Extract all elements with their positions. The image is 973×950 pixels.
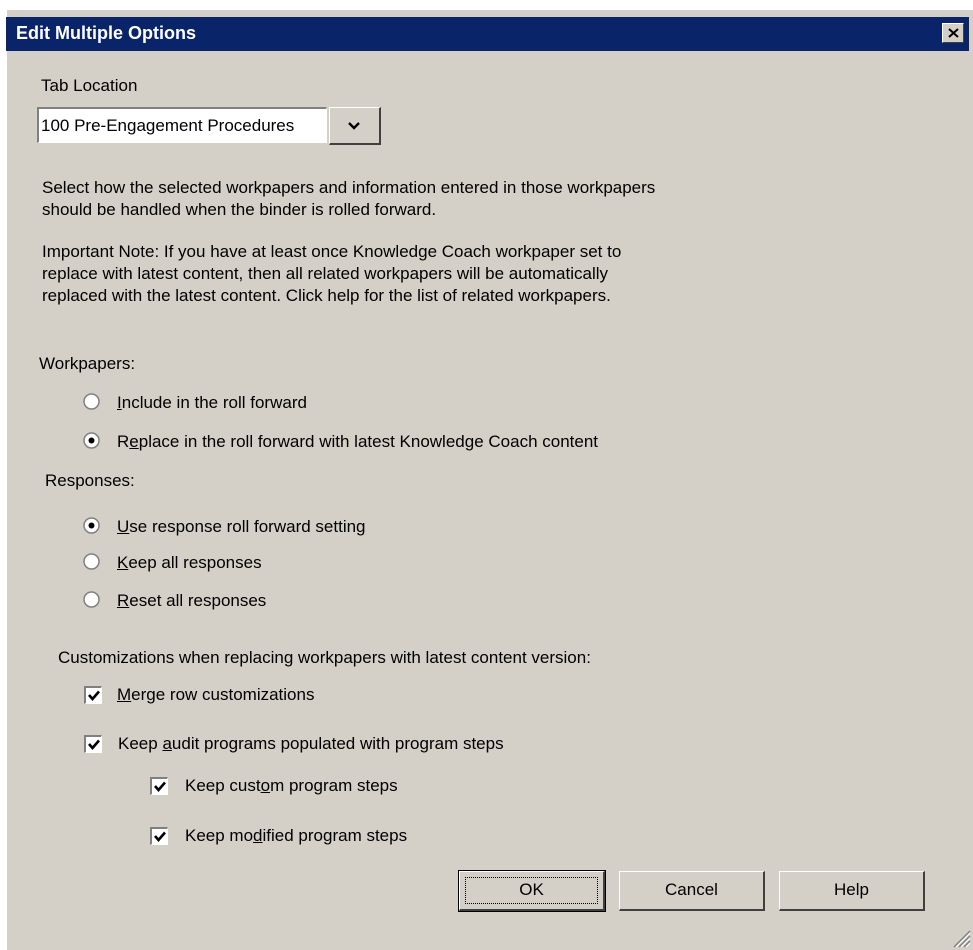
note-line-2: replace with latest content, then all re… <box>42 264 609 283</box>
dialog-window <box>6 9 973 950</box>
help-button[interactable]: Help <box>779 871 925 911</box>
radio-include-label[interactable]: Include in the roll forward <box>117 392 307 414</box>
checkbox-merge-row-label[interactable]: Merge row customizations <box>117 684 314 706</box>
checkmark-icon <box>88 690 100 701</box>
ok-button[interactable]: OK <box>458 870 606 912</box>
note-line-1: Important Note: If you have at least onc… <box>42 242 622 261</box>
checkmark-icon <box>154 781 166 792</box>
radio-use-response[interactable] <box>83 517 100 534</box>
description-line-2: should be handled when the binder is rol… <box>42 200 437 219</box>
radio-replace-label[interactable]: Replace in the roll forward with latest … <box>117 431 598 453</box>
description-line-1: Select how the selected workpapers and i… <box>42 178 656 197</box>
tab-location-select[interactable]: 100 Pre-Engagement Procedures <box>37 107 327 143</box>
radio-keep-all-label[interactable]: Keep all responses <box>117 552 262 574</box>
focus-rect <box>465 877 598 904</box>
checkbox-keep-custom[interactable] <box>150 777 168 795</box>
checkbox-merge-row[interactable] <box>84 686 102 704</box>
workpapers-label: Workpapers: <box>39 354 136 373</box>
customizations-label: Customizations when replacing workpapers… <box>58 648 591 667</box>
responses-label: Responses: <box>45 471 135 490</box>
checkmark-icon <box>154 831 166 842</box>
title-bar[interactable]: Edit Multiple Options <box>6 17 969 51</box>
radio-reset-all-label[interactable]: Reset all responses <box>117 590 266 612</box>
checkbox-keep-modified[interactable] <box>150 827 168 845</box>
help-button-label: Help <box>834 880 869 899</box>
close-button[interactable] <box>942 23 964 43</box>
tab-location-label: Tab Location <box>41 76 138 95</box>
window-title: Edit Multiple Options <box>16 23 196 43</box>
cancel-button-label: Cancel <box>665 880 718 899</box>
radio-reset-all[interactable] <box>83 591 100 608</box>
resize-grip-icon[interactable] <box>949 926 971 948</box>
radio-include[interactable] <box>83 393 100 410</box>
radio-use-response-label[interactable]: Use response roll forward setting <box>117 516 366 538</box>
radio-replace[interactable] <box>83 432 100 449</box>
checkbox-keep-custom-label[interactable]: Keep custom program steps <box>185 775 398 797</box>
tab-location-dropdown-button[interactable] <box>329 107 381 145</box>
close-icon <box>948 28 959 38</box>
radio-keep-all[interactable] <box>83 553 100 570</box>
checkmark-icon <box>88 739 100 750</box>
chevron-down-icon <box>348 122 360 130</box>
checkbox-keep-audit-label[interactable]: Keep audit programs populated with progr… <box>118 733 504 755</box>
cancel-button[interactable]: Cancel <box>619 871 765 911</box>
tab-location-value: 100 Pre-Engagement Procedures <box>41 116 295 135</box>
note-line-3: replaced with the latest content. Click … <box>42 286 611 305</box>
checkbox-keep-modified-label[interactable]: Keep modified program steps <box>185 825 407 847</box>
checkbox-keep-audit[interactable] <box>84 735 102 753</box>
